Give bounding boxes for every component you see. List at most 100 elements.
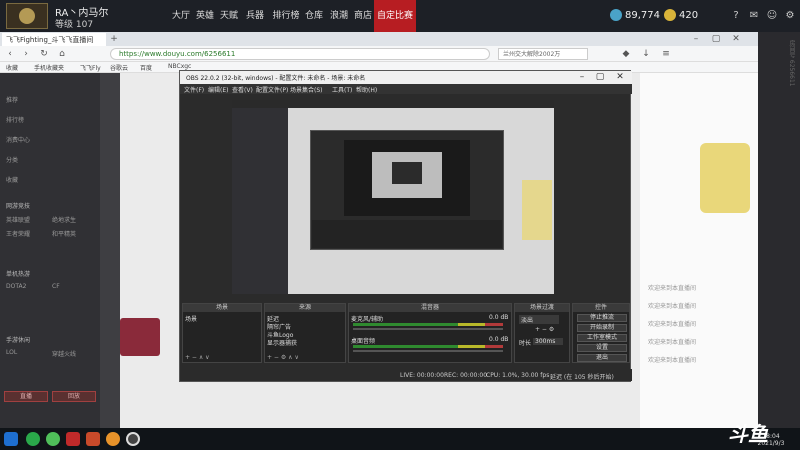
- scenes-dock: 场景 场景 + − ∧ ∨: [182, 303, 262, 363]
- friends-icon[interactable]: ☺: [766, 10, 778, 22]
- sidebar-group: 手游休闲: [6, 337, 31, 344]
- new-tab-icon[interactable]: +: [108, 33, 120, 45]
- chat-app-icon[interactable]: [46, 432, 60, 446]
- help-icon[interactable]: ?: [730, 10, 742, 22]
- transition-select[interactable]: 淡出: [519, 315, 559, 324]
- source-item[interactable]: 显示器捕获: [267, 338, 297, 347]
- browser-taskbar-icon[interactable]: [106, 432, 120, 446]
- url-bar[interactable]: https://www.douyu.com/6256611: [110, 48, 490, 60]
- stop-streaming-button[interactable]: 停止推流: [577, 314, 627, 322]
- sidebar-sub[interactable]: DOTA2: [6, 283, 26, 290]
- sidebar-group: 单机热游: [6, 271, 31, 278]
- obs-menu-edit[interactable]: 编辑(E): [208, 85, 228, 94]
- extension-icon[interactable]: ◆: [620, 48, 632, 60]
- mixer-channel-db: 0.0 dB: [489, 314, 509, 321]
- obs-taskbar-icon[interactable]: [126, 432, 140, 446]
- app-icon[interactable]: [66, 432, 80, 446]
- mixer-title: 混音器: [349, 304, 511, 312]
- mixer-volume-slider[interactable]: [353, 350, 503, 352]
- sidebar-item[interactable]: 分类: [6, 155, 18, 164]
- obs-menu-help[interactable]: 帮助(H): [356, 85, 377, 94]
- download-icon[interactable]: ↓: [640, 48, 652, 60]
- obs-preview[interactable]: [232, 100, 554, 294]
- mascot-image: [700, 143, 750, 213]
- maximize-icon[interactable]: ▢: [710, 33, 722, 45]
- player-rank: 等级 107: [55, 20, 94, 30]
- transition-add-remove[interactable]: + − ⚙: [535, 326, 554, 333]
- mixer-volume-slider[interactable]: [353, 328, 503, 330]
- nav-shop[interactable]: 商店: [352, 0, 374, 32]
- start-icon[interactable]: [4, 432, 18, 446]
- back-icon[interactable]: ‹: [4, 48, 16, 60]
- scene-add-remove[interactable]: + − ∧ ∨: [185, 354, 210, 361]
- duration-input[interactable]: 300ms: [533, 338, 563, 345]
- obs-menu-profile[interactable]: 配置文件(P): [256, 85, 288, 94]
- obs-menu-file[interactable]: 文件(F): [184, 85, 204, 94]
- transitions-title: 场景过渡: [515, 304, 569, 312]
- player-avatar[interactable]: [6, 3, 48, 29]
- menu-icon[interactable]: ≡: [660, 48, 672, 60]
- sidebar-live-button[interactable]: 直播: [4, 391, 48, 402]
- bookmark-item[interactable]: 手机收藏夹: [34, 63, 64, 72]
- sidebar-item[interactable]: 收藏: [6, 175, 18, 184]
- sidebar-item[interactable]: 推荐: [6, 95, 18, 104]
- bookmark-item[interactable]: NBCxgc: [168, 63, 191, 70]
- nav-lobby[interactable]: 大厅: [170, 0, 192, 32]
- close-icon[interactable]: ✕: [730, 33, 742, 45]
- obs-maximize-icon[interactable]: ▢: [594, 71, 606, 83]
- mail-icon[interactable]: ✉: [748, 10, 760, 22]
- sidebar-item[interactable]: 消费中心: [6, 135, 30, 144]
- sidebar-sub[interactable]: 和平精英: [52, 229, 76, 238]
- start-recording-button[interactable]: 开始录制: [577, 324, 627, 332]
- wechat-icon[interactable]: [26, 432, 40, 446]
- sidebar-sub[interactable]: CF: [52, 283, 60, 290]
- sidebar-sub[interactable]: LOL: [6, 349, 17, 356]
- bookmark-item[interactable]: 谷歌云: [110, 63, 128, 72]
- forward-icon[interactable]: ›: [20, 48, 32, 60]
- bookmark-item[interactable]: 飞飞Fly: [80, 63, 101, 72]
- obs-close-icon[interactable]: ✕: [614, 71, 626, 83]
- sidebar-sub[interactable]: 英雄联盟: [6, 215, 30, 224]
- nav-custom-match[interactable]: 自定比赛: [374, 0, 416, 32]
- source-add-remove[interactable]: + − ⚙ ∧ ∨: [267, 354, 299, 361]
- nav-heroes[interactable]: 英雄: [194, 0, 216, 32]
- bookmark-item[interactable]: 收藏: [6, 63, 18, 72]
- preview-nested-docks: [312, 220, 502, 248]
- nav-wave[interactable]: 浪潮: [328, 0, 350, 32]
- nav-leaderboard[interactable]: 排行榜: [270, 0, 302, 32]
- obs-menu-tools[interactable]: 工具(T): [332, 85, 352, 94]
- sidebar-replay-button[interactable]: 回放: [52, 391, 96, 402]
- status-rec: REC: 00:00:00: [444, 372, 488, 379]
- sidebar-group: 网游竞技: [6, 203, 31, 210]
- exit-button[interactable]: 退出: [577, 354, 627, 362]
- settings-button[interactable]: 设置: [577, 344, 627, 352]
- obs-menu-view[interactable]: 查看(V): [232, 85, 253, 94]
- reload-icon[interactable]: ↻: [38, 48, 50, 60]
- search-box[interactable]: 兰州交大解除2002万: [498, 48, 588, 60]
- mixer-channel-name: 麦克风/辅助: [351, 316, 384, 323]
- browser-tab[interactable]: 飞飞Fighting_斗飞飞直播间: [2, 33, 106, 46]
- gem-counter: 420: [664, 9, 698, 21]
- bookmark-item[interactable]: 百度: [140, 63, 152, 72]
- obs-minimize-icon[interactable]: –: [576, 71, 588, 83]
- chat-message: 欢迎来到本直播间: [648, 357, 697, 364]
- sidebar-sub[interactable]: 穿越火线: [52, 349, 76, 358]
- douyu-overlay-logo: 斗鱼: [728, 422, 768, 446]
- promo-banner[interactable]: [120, 318, 160, 356]
- nav-storage[interactable]: 仓库: [303, 0, 325, 32]
- status-delay: 延迟 (在 105 秒后开始): [550, 374, 614, 381]
- mixer-channel-name: 桌面音频: [351, 338, 376, 345]
- game-icon[interactable]: [86, 432, 100, 446]
- settings-icon[interactable]: ⚙: [784, 10, 796, 22]
- nav-weapons[interactable]: 兵器: [244, 0, 266, 32]
- minimize-icon[interactable]: –: [690, 33, 702, 45]
- home-icon[interactable]: ⌂: [56, 48, 68, 60]
- sidebar-sub[interactable]: 绝地求生: [52, 215, 76, 224]
- obs-menu-scene-collection[interactable]: 场景集合(S): [290, 85, 323, 94]
- sidebar-sub[interactable]: 王者荣耀: [6, 229, 30, 238]
- scene-item[interactable]: 场景: [185, 314, 197, 323]
- nav-talents[interactable]: 天赋: [218, 0, 240, 32]
- mixer-meter: [353, 345, 503, 348]
- sidebar-item[interactable]: 排行榜: [6, 115, 24, 124]
- studio-mode-button[interactable]: 工作室模式: [577, 334, 627, 342]
